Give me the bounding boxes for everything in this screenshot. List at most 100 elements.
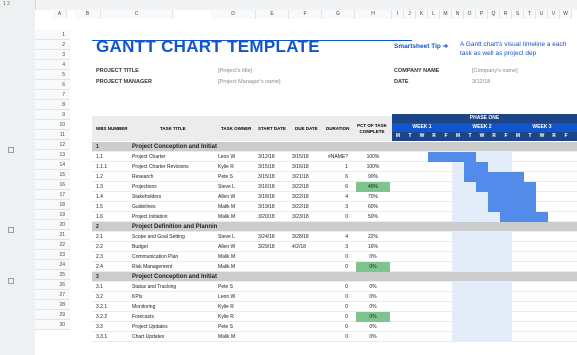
collapse-group-icon[interactable] [8, 278, 14, 284]
due-date-cell[interactable]: 3/15/18 [292, 152, 309, 162]
row-number[interactable]: 19 [35, 210, 70, 220]
start-date-cell[interactable]: 3/19/18 [258, 202, 275, 212]
wbs-cell[interactable]: 3.1 [96, 282, 103, 292]
column-header[interactable]: M [440, 10, 452, 19]
task-title-cell[interactable]: Stakeholders [132, 192, 161, 202]
column-header[interactable]: W [560, 10, 572, 19]
task-title-cell[interactable]: Scope and Goal Setting [132, 232, 185, 242]
wbs-cell[interactable]: 2.2 [96, 242, 103, 252]
task-title-cell[interactable]: Project Conception and Initiat [132, 272, 220, 282]
wbs-cell[interactable]: 3.3.1 [96, 332, 107, 342]
pct-complete-cell[interactable] [356, 222, 390, 232]
row-number[interactable]: 29 [35, 310, 70, 320]
column-header[interactable]: B [75, 10, 101, 19]
duration-cell[interactable] [322, 142, 348, 152]
project-manager-value[interactable]: [Project Manager's name] [218, 79, 281, 85]
pct-complete-cell[interactable]: 0% [356, 252, 390, 262]
pct-complete-cell[interactable]: 0% [356, 282, 390, 292]
pct-complete-cell[interactable]: 50% [356, 212, 390, 222]
duration-cell[interactable]: 4 [322, 232, 348, 242]
duration-cell[interactable]: 0 [322, 212, 348, 222]
column-header[interactable]: A [53, 10, 67, 19]
column-header[interactable]: T [524, 10, 536, 19]
row-number[interactable]: 26 [35, 280, 70, 290]
smartsheet-tip-label[interactable]: Smartsheet Tip ➜ [394, 42, 448, 50]
duration-cell[interactable]: 4 [322, 192, 348, 202]
pct-complete-cell[interactable]: 22% [356, 232, 390, 242]
collapse-group-icon[interactable] [8, 227, 14, 233]
wbs-cell[interactable]: 3.2.2 [96, 312, 107, 322]
wbs-cell[interactable]: 1 [96, 142, 99, 152]
wbs-cell[interactable]: 1.2 [96, 172, 103, 182]
task-title-cell[interactable]: Risk Management [132, 262, 172, 272]
task-owner-cell[interactable]: Kylie R [218, 162, 234, 172]
row-number[interactable]: 13 [35, 150, 70, 160]
wbs-cell[interactable]: 1.3 [96, 182, 103, 192]
row-number[interactable]: 6 [35, 80, 70, 90]
duration-cell[interactable]: 0 [322, 322, 348, 332]
gantt-bar[interactable] [476, 182, 536, 192]
column-header[interactable]: K [416, 10, 428, 19]
row-number[interactable]: 23 [35, 250, 70, 260]
column-header[interactable]: O [464, 10, 476, 19]
pct-complete-cell[interactable]: 0% [356, 302, 390, 312]
company-name-value[interactable]: [Company's name] [472, 68, 518, 74]
task-title-cell[interactable]: Project Charter [132, 152, 166, 162]
task-title-cell[interactable]: Project Initiation [132, 212, 168, 222]
start-date-cell[interactable]: 3/18/18 [258, 192, 275, 202]
gantt-bar[interactable] [464, 162, 488, 172]
column-header[interactable]: J [404, 10, 416, 19]
due-date-cell[interactable]: 3/28/18 [292, 232, 309, 242]
task-title-cell[interactable]: Forecasts [132, 312, 154, 322]
task-title-cell[interactable]: Project Charter Revisions [132, 162, 189, 172]
pct-complete-cell[interactable]: 0% [356, 262, 390, 272]
row-number[interactable]: 17 [35, 190, 70, 200]
row-number[interactable]: 30 [35, 320, 70, 330]
pct-complete-cell[interactable]: 40% [356, 182, 390, 192]
outline-level-label[interactable]: 1 2 [3, 1, 10, 7]
column-header[interactable]: S [512, 10, 524, 19]
due-date-cell[interactable]: 3/22/18 [292, 182, 309, 192]
column-header[interactable]: I [392, 10, 404, 19]
row-number[interactable]: 10 [35, 120, 70, 130]
row-number[interactable]: 18 [35, 200, 70, 210]
task-owner-cell[interactable]: Malik M [218, 212, 235, 222]
row-number[interactable]: 5 [35, 70, 70, 80]
column-header[interactable]: G [322, 10, 355, 19]
pct-complete-cell[interactable]: 0% [356, 332, 390, 342]
column-header[interactable]: C [101, 10, 173, 19]
pct-complete-cell[interactable] [356, 142, 390, 152]
wbs-cell[interactable]: 3.2.1 [96, 302, 107, 312]
row-number[interactable]: 1 [35, 30, 70, 40]
collapse-group-icon[interactable] [8, 147, 14, 153]
duration-cell[interactable] [322, 272, 348, 282]
row-number[interactable]: 28 [35, 300, 70, 310]
task-owner-cell[interactable]: Malik M [218, 202, 235, 212]
row-number[interactable]: 4 [35, 60, 70, 70]
due-date-cell[interactable]: 4/2/18 [292, 242, 306, 252]
pct-complete-cell[interactable]: 70% [356, 192, 390, 202]
row-number[interactable]: 9 [35, 110, 70, 120]
duration-cell[interactable]: 0 [322, 302, 348, 312]
task-owner-cell[interactable]: Pete S [218, 282, 233, 292]
pct-complete-cell[interactable] [356, 272, 390, 282]
duration-cell[interactable]: 0 [322, 312, 348, 322]
row-number[interactable]: 8 [35, 100, 70, 110]
task-title-cell[interactable]: KPIs [132, 292, 143, 302]
task-owner-cell[interactable]: Leon W [218, 292, 235, 302]
column-header[interactable]: U [536, 10, 548, 19]
row-number[interactable]: 21 [35, 230, 70, 240]
column-header[interactable]: E [256, 10, 289, 19]
duration-cell[interactable]: 0 [322, 292, 348, 302]
gantt-bar[interactable] [488, 202, 536, 212]
task-title-cell[interactable]: Communication Plan [132, 252, 178, 262]
due-date-cell[interactable]: 3/23/18 [292, 212, 309, 222]
pct-complete-cell[interactable]: 0% [356, 312, 390, 322]
start-date-cell[interactable]: 3/15/18 [258, 172, 275, 182]
row-number[interactable]: 12 [35, 140, 70, 150]
task-title-cell[interactable]: Guidelines [132, 202, 156, 212]
due-date-cell[interactable]: 3/22/18 [292, 192, 309, 202]
wbs-cell[interactable]: 1.5 [96, 202, 103, 212]
duration-cell[interactable]: 0 [322, 262, 348, 272]
wbs-cell[interactable]: 2.3 [96, 252, 103, 262]
